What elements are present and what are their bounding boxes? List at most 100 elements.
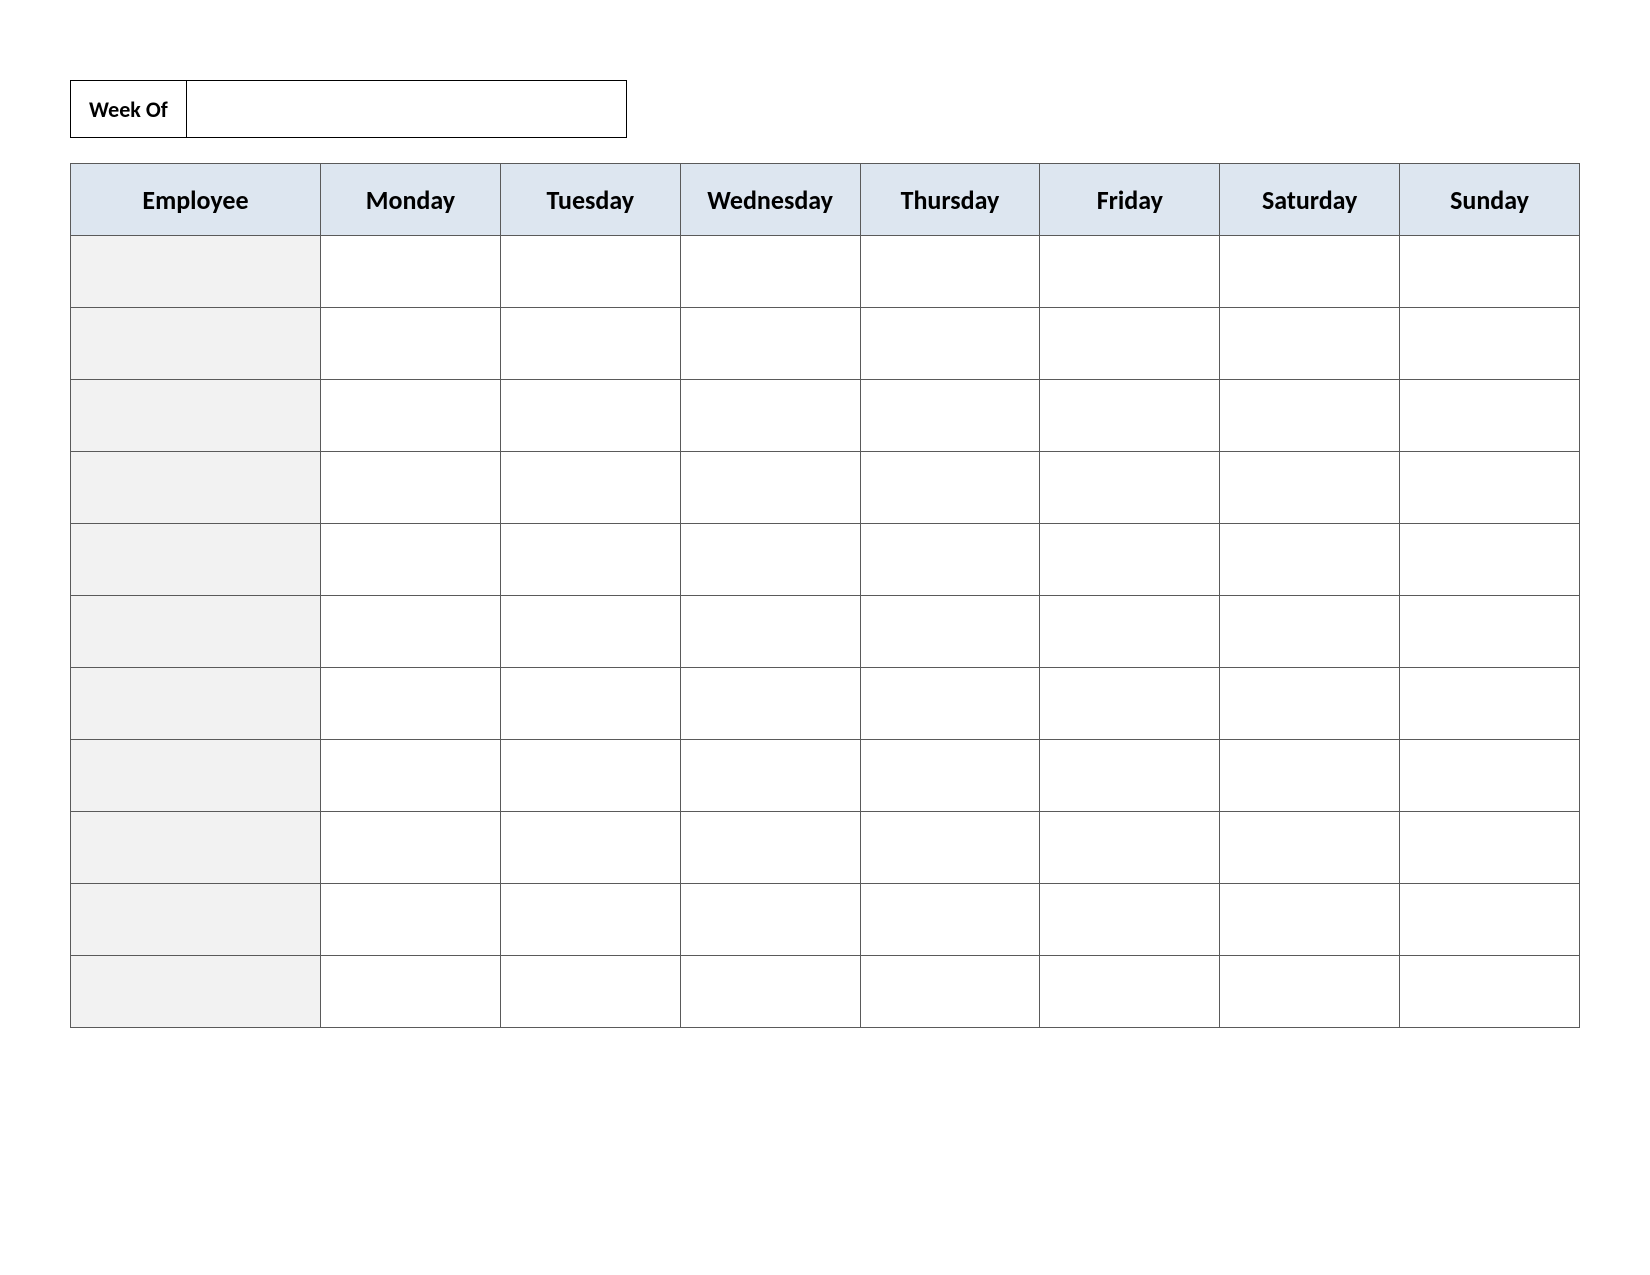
schedule-cell[interactable]	[500, 308, 680, 380]
schedule-cell[interactable]	[1220, 380, 1400, 452]
schedule-cell[interactable]	[680, 596, 860, 668]
schedule-cell[interactable]	[1400, 740, 1580, 812]
schedule-cell[interactable]	[500, 236, 680, 308]
schedule-cell[interactable]	[1220, 812, 1400, 884]
schedule-cell[interactable]	[680, 956, 860, 1028]
header-employee: Employee	[71, 164, 321, 236]
schedule-cell[interactable]	[321, 740, 501, 812]
schedule-cell[interactable]	[321, 812, 501, 884]
schedule-cell[interactable]	[1400, 308, 1580, 380]
schedule-cell[interactable]	[1400, 668, 1580, 740]
employee-cell[interactable]	[71, 308, 321, 380]
schedule-cell[interactable]	[680, 524, 860, 596]
employee-cell[interactable]	[71, 812, 321, 884]
schedule-cell[interactable]	[680, 740, 860, 812]
table-row	[71, 236, 1580, 308]
schedule-cell[interactable]	[1220, 740, 1400, 812]
table-row	[71, 668, 1580, 740]
schedule-cell[interactable]	[500, 596, 680, 668]
schedule-cell[interactable]	[680, 308, 860, 380]
table-row	[71, 596, 1580, 668]
schedule-cell[interactable]	[321, 956, 501, 1028]
employee-cell[interactable]	[71, 452, 321, 524]
schedule-cell[interactable]	[1040, 380, 1220, 452]
schedule-cell[interactable]	[680, 812, 860, 884]
schedule-cell[interactable]	[860, 668, 1040, 740]
schedule-cell[interactable]	[321, 380, 501, 452]
schedule-cell[interactable]	[1220, 884, 1400, 956]
schedule-cell[interactable]	[860, 884, 1040, 956]
schedule-cell[interactable]	[321, 236, 501, 308]
header-thursday: Thursday	[860, 164, 1040, 236]
employee-cell[interactable]	[71, 380, 321, 452]
schedule-cell[interactable]	[680, 380, 860, 452]
schedule-cell[interactable]	[1220, 956, 1400, 1028]
week-of-input[interactable]	[187, 80, 627, 138]
page: Week Of Employee Monday Tuesday Wednesda…	[0, 0, 1650, 1028]
employee-cell[interactable]	[71, 596, 321, 668]
schedule-cell[interactable]	[500, 956, 680, 1028]
employee-cell[interactable]	[71, 236, 321, 308]
schedule-cell[interactable]	[680, 884, 860, 956]
schedule-cell[interactable]	[860, 236, 1040, 308]
schedule-cell[interactable]	[860, 812, 1040, 884]
schedule-cell[interactable]	[1220, 668, 1400, 740]
schedule-cell[interactable]	[1220, 452, 1400, 524]
schedule-cell[interactable]	[1400, 380, 1580, 452]
schedule-cell[interactable]	[1400, 596, 1580, 668]
schedule-cell[interactable]	[1400, 452, 1580, 524]
schedule-cell[interactable]	[321, 884, 501, 956]
schedule-cell[interactable]	[321, 452, 501, 524]
schedule-cell[interactable]	[321, 668, 501, 740]
schedule-cell[interactable]	[1220, 596, 1400, 668]
schedule-cell[interactable]	[1040, 740, 1220, 812]
schedule-cell[interactable]	[1400, 524, 1580, 596]
table-row	[71, 812, 1580, 884]
schedule-cell[interactable]	[1040, 308, 1220, 380]
schedule-cell[interactable]	[680, 452, 860, 524]
schedule-cell[interactable]	[1040, 884, 1220, 956]
schedule-cell[interactable]	[860, 380, 1040, 452]
schedule-cell[interactable]	[500, 740, 680, 812]
schedule-cell[interactable]	[1220, 524, 1400, 596]
schedule-cell[interactable]	[860, 956, 1040, 1028]
schedule-cell[interactable]	[1400, 812, 1580, 884]
schedule-cell[interactable]	[500, 812, 680, 884]
schedule-cell[interactable]	[500, 524, 680, 596]
schedule-cell[interactable]	[1040, 236, 1220, 308]
schedule-cell[interactable]	[321, 524, 501, 596]
schedule-cell[interactable]	[1400, 236, 1580, 308]
schedule-cell[interactable]	[500, 452, 680, 524]
table-row	[71, 380, 1580, 452]
schedule-cell[interactable]	[1040, 524, 1220, 596]
schedule-cell[interactable]	[500, 380, 680, 452]
week-of-field: Week Of	[70, 80, 1580, 138]
header-tuesday: Tuesday	[500, 164, 680, 236]
schedule-cell[interactable]	[1220, 308, 1400, 380]
schedule-cell[interactable]	[1040, 452, 1220, 524]
schedule-cell[interactable]	[860, 740, 1040, 812]
schedule-cell[interactable]	[860, 452, 1040, 524]
schedule-cell[interactable]	[680, 236, 860, 308]
schedule-cell[interactable]	[321, 596, 501, 668]
schedule-cell[interactable]	[860, 308, 1040, 380]
employee-cell[interactable]	[71, 740, 321, 812]
schedule-cell[interactable]	[1400, 884, 1580, 956]
employee-cell[interactable]	[71, 956, 321, 1028]
schedule-cell[interactable]	[860, 596, 1040, 668]
header-saturday: Saturday	[1220, 164, 1400, 236]
schedule-cell[interactable]	[1040, 956, 1220, 1028]
schedule-cell[interactable]	[1040, 668, 1220, 740]
employee-cell[interactable]	[71, 668, 321, 740]
employee-cell[interactable]	[71, 884, 321, 956]
schedule-cell[interactable]	[680, 668, 860, 740]
schedule-cell[interactable]	[1220, 236, 1400, 308]
schedule-cell[interactable]	[860, 524, 1040, 596]
schedule-cell[interactable]	[1400, 956, 1580, 1028]
schedule-cell[interactable]	[1040, 812, 1220, 884]
employee-cell[interactable]	[71, 524, 321, 596]
schedule-cell[interactable]	[1040, 596, 1220, 668]
schedule-cell[interactable]	[500, 884, 680, 956]
schedule-cell[interactable]	[500, 668, 680, 740]
schedule-cell[interactable]	[321, 308, 501, 380]
